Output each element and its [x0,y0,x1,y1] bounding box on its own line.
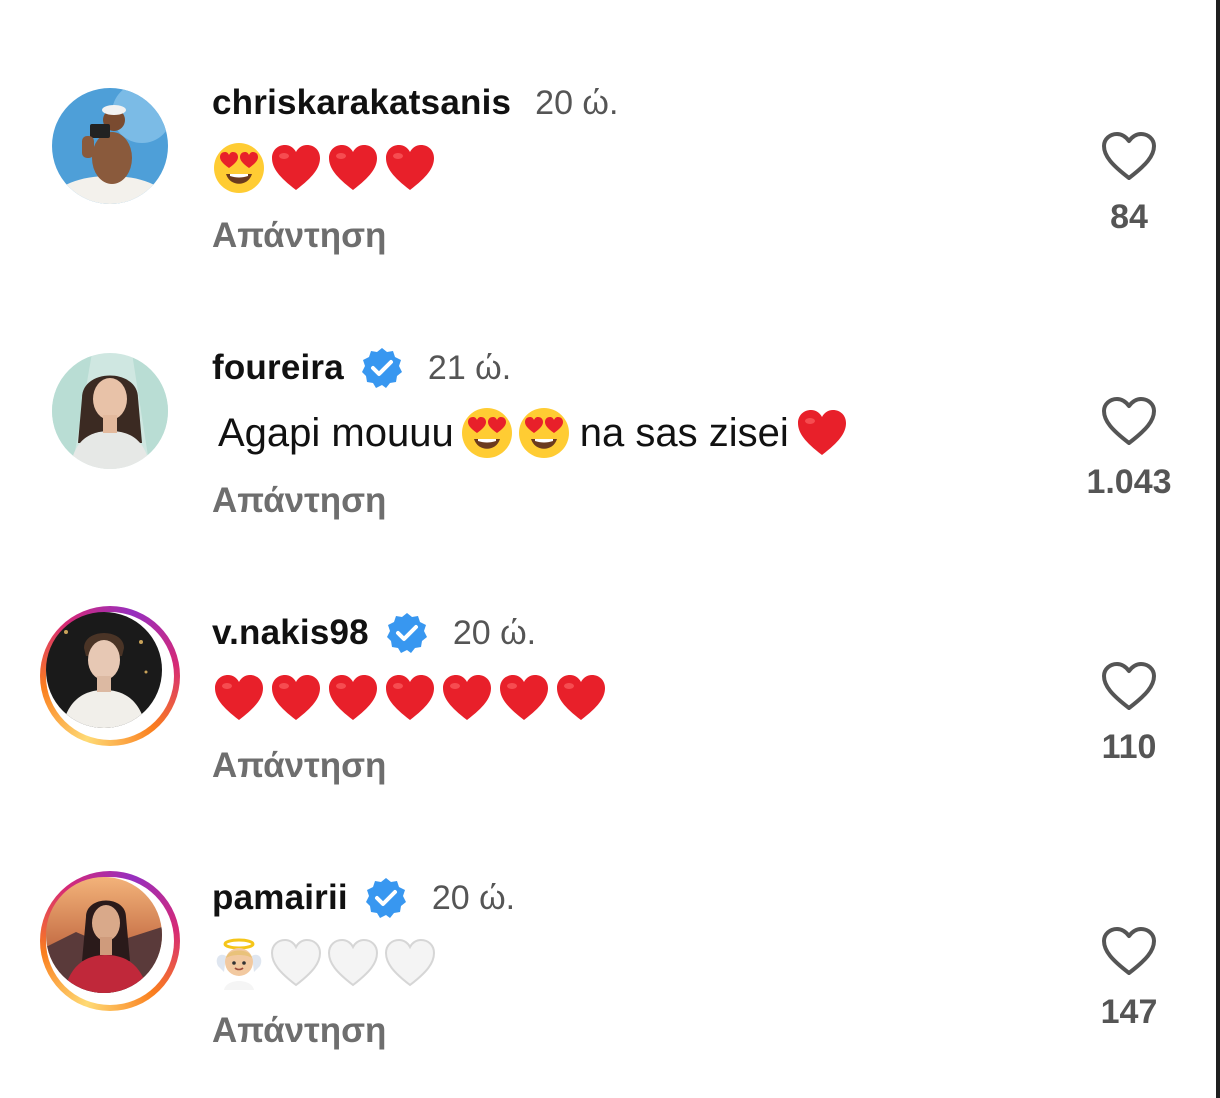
comment-text: Agapi mouuu na sas zisei [212,403,852,463]
heart-eyes-emoji [212,141,266,195]
verified-badge-icon [385,611,429,655]
like-count: 84 [1110,198,1148,236]
reply-button[interactable]: Απάντηση [212,746,386,786]
comment-text [212,933,440,993]
verified-badge-icon [360,346,404,390]
verified-badge-icon [364,876,408,920]
red-heart-emoji [269,141,323,195]
red-heart-emoji [440,671,494,725]
comment-item: pamairii 20 ώ. Απάντηση 147 [0,795,1216,1050]
red-heart-emoji [326,671,380,725]
like-heart-icon[interactable] [1100,130,1158,182]
screen-edge [1216,0,1220,1098]
red-heart-emoji [554,671,608,725]
red-heart-emoji [212,671,266,725]
like-count: 147 [1100,993,1158,1031]
like-count: 1.043 [1086,463,1172,501]
red-heart-emoji [383,671,437,725]
avatar-story-ring[interactable] [40,606,180,746]
comment-item: chriskarakatsanis 20 ώ. Απάντηση 84 [0,0,1216,255]
comment-item: foureira 21 ώ. Agapi mouuu na sas zisei Α… [0,265,1216,520]
like-heart-icon[interactable] [1100,925,1158,977]
reply-button[interactable]: Απάντηση [212,1011,386,1051]
comment-time: 21 ώ. [427,348,512,387]
red-heart-emoji [383,141,437,195]
heart-eyes-emoji [517,406,571,460]
comment-text-segment: Agapi mouuu [218,410,454,455]
avatar-button[interactable] [52,88,168,204]
comment-time: 20 ώ. [431,878,516,917]
white-heart-emoji [269,936,323,990]
username[interactable]: foureira [212,348,344,388]
comment-time: 20 ώ. [452,613,537,652]
reply-button[interactable]: Απάντηση [212,481,386,521]
like-heart-icon[interactable] [1100,395,1158,447]
reply-button[interactable]: Απάντηση [212,216,386,256]
avatar [52,88,168,204]
comment-text [212,138,440,198]
red-heart-emoji [269,671,323,725]
red-heart-emoji [497,671,551,725]
avatar [46,612,162,728]
username[interactable]: pamairii [212,878,348,918]
comment-text [212,668,611,728]
white-heart-emoji [326,936,380,990]
avatar [46,877,162,993]
username[interactable]: v.nakis98 [212,613,369,653]
heart-eyes-emoji [460,406,514,460]
avatar [52,353,168,469]
white-heart-emoji [383,936,437,990]
avatar-button[interactable] [52,353,168,469]
red-heart-emoji [326,141,380,195]
like-heart-icon[interactable] [1100,660,1158,712]
comment-text-segment: na sas zisei [579,410,789,455]
comment-time: 20 ώ. [535,83,619,122]
comment-item: v.nakis98 20 ώ. Απάντηση 110 [0,530,1216,785]
red-heart-emoji [795,406,849,460]
like-count: 110 [1101,728,1157,766]
username[interactable]: chriskarakatsanis [212,83,511,123]
avatar-story-ring[interactable] [40,871,180,1011]
baby-angel-emoji [212,936,266,990]
